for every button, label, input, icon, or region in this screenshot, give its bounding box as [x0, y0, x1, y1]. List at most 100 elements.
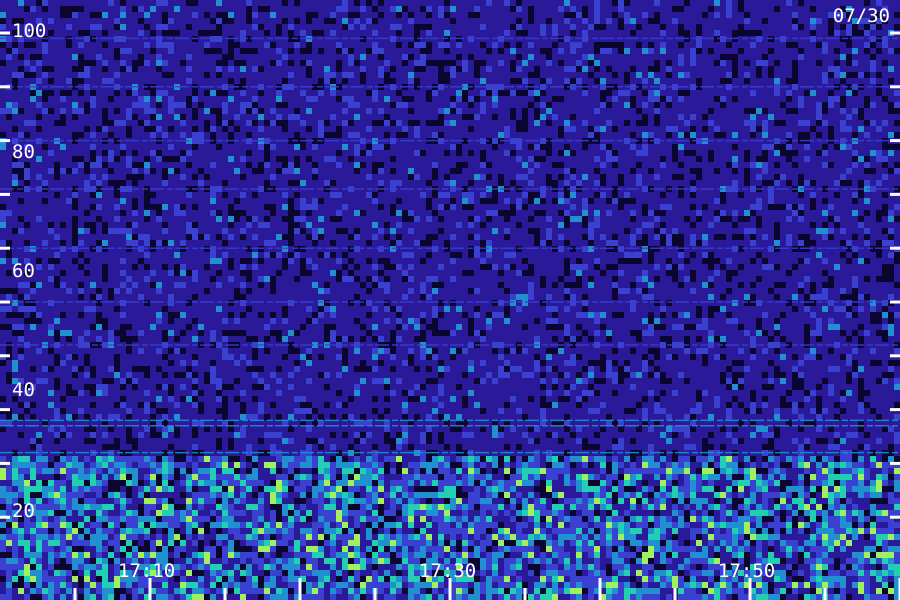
- spectrogram-cell: [60, 72, 66, 78]
- spectrogram-cell: [510, 132, 516, 138]
- spectrogram-cell: [840, 108, 846, 114]
- spectrogram-cell: [468, 132, 474, 138]
- spectrogram-cell: [354, 96, 360, 102]
- spectrogram-cell: [786, 132, 792, 138]
- spectrogram-cell: [132, 120, 138, 126]
- spectrogram-cell: [708, 78, 714, 84]
- spectrogram-cell: [408, 102, 414, 108]
- spectrogram-cell: [582, 156, 588, 162]
- spectrogram-cell: [336, 24, 342, 30]
- spectrogram-cell: [594, 30, 600, 36]
- spectrogram-cell: [180, 132, 186, 138]
- spectrogram-cell: [534, 42, 540, 48]
- spectrogram-cell: [702, 156, 708, 162]
- spectrogram-cell: [798, 18, 804, 24]
- spectrogram-cell: [354, 66, 360, 72]
- spectrogram-cell: [732, 72, 738, 78]
- spectrogram-cell: [858, 162, 864, 168]
- spectrogram-cell: [606, 66, 612, 72]
- spectrogram-cell: [804, 48, 810, 54]
- spectrogram-cell: [594, 144, 600, 150]
- spectrogram-cell: [504, 60, 510, 66]
- spectrogram-cell: [168, 0, 174, 6]
- spectrogram-cell: [732, 54, 738, 60]
- spectrogram-cell: [804, 30, 810, 36]
- spectrogram-cell: [186, 192, 192, 198]
- spectrogram-cell: [756, 126, 762, 132]
- spectrogram-cell: [366, 30, 372, 36]
- spectrogram-cell: [864, 42, 870, 48]
- spectrogram-cell: [660, 48, 666, 54]
- spectrogram-cell: [276, 144, 282, 150]
- spectrogram-cell: [270, 18, 276, 24]
- spectrogram-cell: [588, 24, 594, 30]
- spectrogram-cell: [78, 72, 84, 78]
- spectrogram-cell: [258, 108, 264, 114]
- spectrogram-cell: [396, 30, 402, 36]
- spectrogram-cell: [714, 180, 720, 186]
- spectrogram-cell: [570, 150, 576, 156]
- spectrogram-cell: [558, 126, 564, 132]
- spectrogram-cell: [474, 66, 480, 72]
- spectrogram-cell: [90, 66, 96, 72]
- spectrogram-cell: [714, 126, 720, 132]
- spectrogram-cell: [876, 108, 882, 114]
- spectrogram-cell: [882, 102, 888, 108]
- spectrogram-cell: [174, 96, 180, 102]
- spectrogram-cell: [882, 72, 888, 78]
- spectrogram-cell: [492, 144, 498, 150]
- spectrogram-cell: [420, 66, 426, 72]
- spectrogram-cell: [594, 108, 600, 114]
- spectrogram-cell: [120, 174, 126, 180]
- spectrogram-cell: [222, 198, 228, 204]
- spectrogram-cell: [600, 180, 606, 186]
- spectrogram-cell: [258, 168, 264, 174]
- spectrogram-cell: [30, 90, 36, 96]
- spectrogram-cell: [18, 126, 24, 132]
- spectrogram-cell: [684, 120, 690, 126]
- spectrogram-cell: [66, 18, 72, 24]
- spectrogram-cell: [402, 30, 408, 36]
- spectrogram-cell: [648, 180, 654, 186]
- spectrogram-cell: [600, 156, 606, 162]
- spectrogram-cell: [270, 180, 276, 186]
- spectrogram-cell: [564, 72, 570, 78]
- spectrogram-cell: [492, 18, 498, 24]
- spectrogram-cell: [198, 60, 204, 66]
- spectrogram-cell: [468, 24, 474, 30]
- spectrogram-cell: [54, 54, 60, 60]
- spectrogram-cell: [600, 78, 606, 84]
- spectrogram-cell: [660, 162, 666, 168]
- spectrogram-cell: [618, 0, 624, 6]
- spectrogram-cell: [852, 174, 858, 180]
- spectrogram-cell: [84, 78, 90, 84]
- spectrogram-cell: [216, 42, 222, 48]
- spectrogram-cell: [858, 150, 864, 156]
- spectrogram-cell: [84, 96, 90, 102]
- spectrogram-cell: [570, 12, 576, 18]
- spectrogram-cell: [294, 12, 300, 18]
- spectrogram-cell: [534, 90, 540, 96]
- spectrogram-cell: [666, 6, 672, 12]
- spectrogram-cell: [738, 78, 744, 84]
- spectrogram-cell: [558, 18, 564, 24]
- spectrogram-cell: [756, 174, 762, 180]
- spectrogram-cell: [402, 162, 408, 168]
- spectrogram-cell: [48, 126, 54, 132]
- spectrogram-cell: [78, 96, 84, 102]
- spectrogram-cell: [726, 66, 732, 72]
- spectrogram-cell: [768, 60, 774, 66]
- spectrogram-cell: [726, 0, 732, 6]
- spectrogram-cell: [654, 72, 660, 78]
- spectrogram-cell: [258, 78, 264, 84]
- spectrogram-cell: [210, 198, 216, 204]
- spectrogram-cell: [288, 150, 294, 156]
- spectrogram-cell: [816, 108, 822, 114]
- spectrogram-cell: [108, 66, 114, 72]
- spectrogram-cell: [642, 0, 648, 6]
- spectrogram-cell: [114, 54, 120, 60]
- spectrogram-cell: [804, 126, 810, 132]
- spectrogram-cell: [420, 192, 426, 198]
- spectrogram-cell: [672, 90, 678, 96]
- spectrogram-cell: [348, 60, 354, 66]
